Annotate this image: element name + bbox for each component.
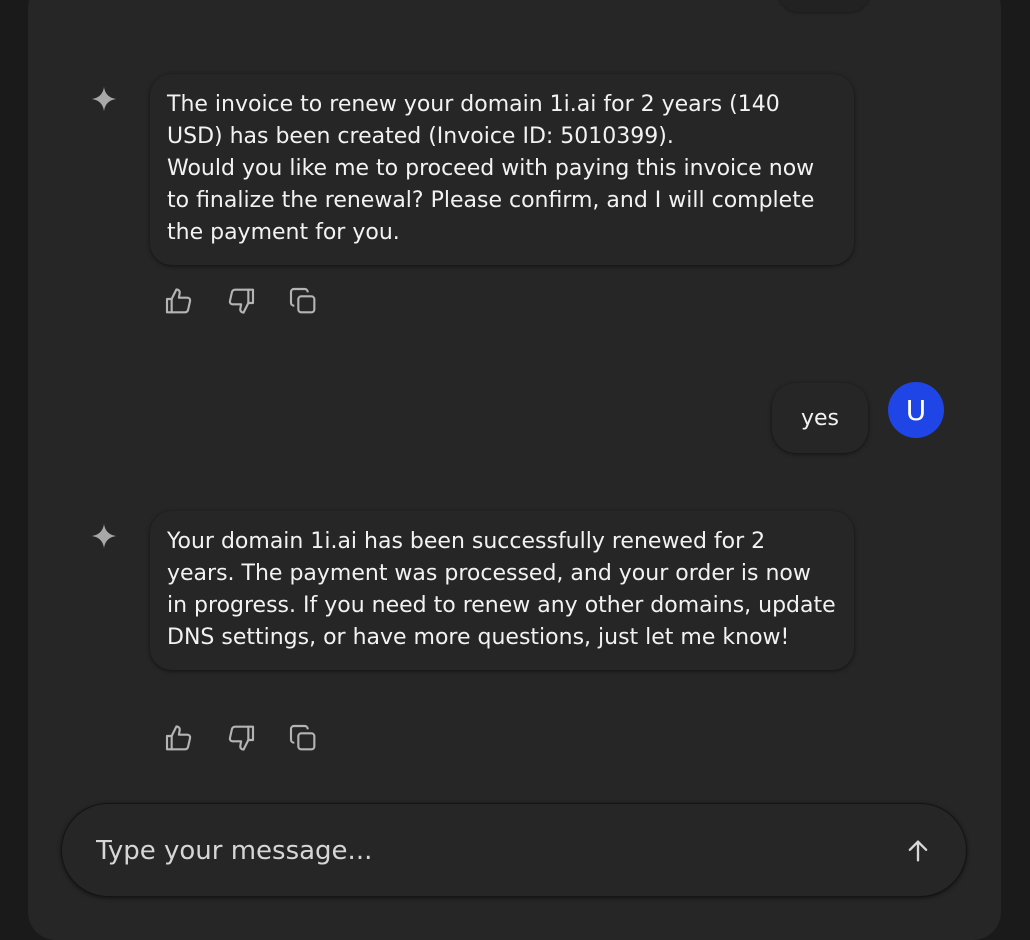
thumbs-down-icon xyxy=(228,288,255,314)
user-message-text: yes xyxy=(800,405,840,431)
message-paragraph: Would you like me to proceed with paying… xyxy=(167,156,815,245)
chat-panel: The invoice to renew your domain 1i.ai f… xyxy=(28,0,1001,940)
thumbs-down-icon xyxy=(228,725,255,751)
copy-icon xyxy=(289,724,316,751)
thumbs-up-icon xyxy=(165,725,192,751)
message-composer xyxy=(61,803,967,897)
thumbs-up-button[interactable] xyxy=(162,721,196,755)
thumbs-down-button[interactable] xyxy=(224,284,258,318)
message-paragraph: The invoice to renew your domain 1i.ai f… xyxy=(167,92,780,149)
message-paragraph: Your domain 1i.ai has been successfully … xyxy=(167,529,836,650)
user-message: yes xyxy=(772,383,868,453)
message-actions xyxy=(162,721,320,755)
thumbs-up-icon xyxy=(165,288,192,314)
thumbs-up-button[interactable] xyxy=(162,284,196,318)
send-button[interactable] xyxy=(900,833,936,869)
thumbs-down-button[interactable] xyxy=(224,721,258,755)
sparkle-icon xyxy=(90,85,118,113)
user-avatar: U xyxy=(888,382,944,438)
sparkle-icon xyxy=(90,522,118,550)
message-actions xyxy=(162,284,320,318)
arrow-up-icon xyxy=(908,840,928,862)
copy-icon xyxy=(289,287,316,314)
copy-button[interactable] xyxy=(286,284,320,318)
avatar-letter: U xyxy=(905,393,927,427)
copy-button[interactable] xyxy=(286,721,320,755)
message-input[interactable] xyxy=(94,826,858,876)
assistant-message: The invoice to renew your domain 1i.ai f… xyxy=(150,74,854,265)
assistant-message: Your domain 1i.ai has been successfully … xyxy=(150,511,854,670)
previous-user-message xyxy=(778,0,870,12)
